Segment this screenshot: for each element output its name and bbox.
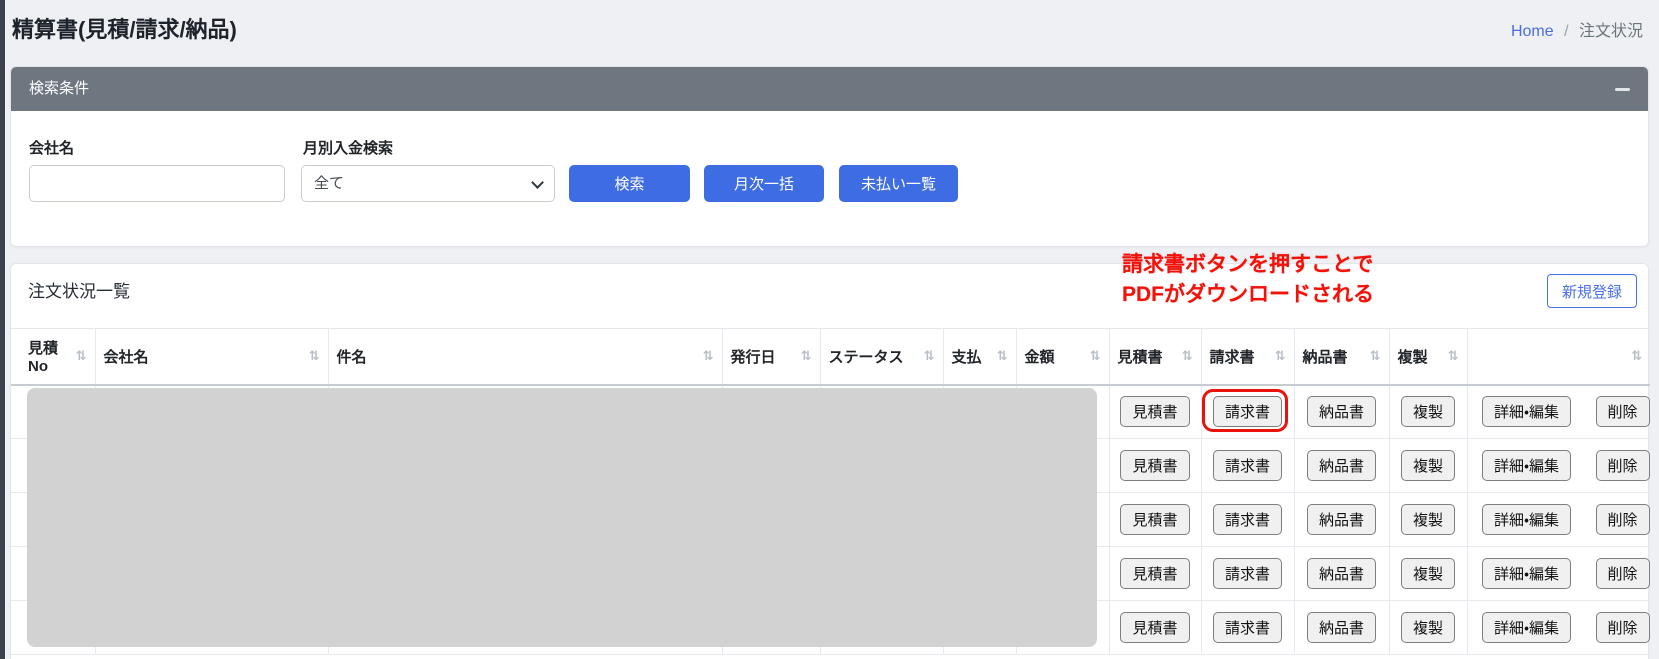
minus-icon <box>1615 88 1630 91</box>
delivery-doc-button[interactable]: 納品書 <box>1306 396 1376 428</box>
estimate-doc-button[interactable]: 見積書 <box>1120 612 1190 643</box>
col-header-estimate-doc[interactable]: 見積書 ⇅ <box>1108 328 1201 386</box>
breadcrumb-home-link[interactable]: Home <box>1511 23 1554 40</box>
estimate-doc-button[interactable]: 見積書 <box>1120 450 1190 481</box>
col-header-actions[interactable]: ⇅ <box>1466 328 1650 386</box>
sort-icon[interactable]: ⇅ <box>1182 348 1193 364</box>
invoice-doc-button[interactable]: 請求書 <box>1212 558 1282 589</box>
detail-edit-button[interactable]: 詳細・編集 <box>1481 450 1572 481</box>
monthly-batch-button[interactable]: 月次一括 <box>704 165 824 202</box>
collapse-button[interactable] <box>1608 81 1632 97</box>
breadcrumb-separator: / <box>1564 23 1569 40</box>
col-header-payment[interactable]: 支払 ⇅ <box>942 328 1016 386</box>
order-list-title: 注文状況一覧 <box>28 282 130 301</box>
page: 精算書(見積/請求/納品) Home / 注文状況 検索条件 会社名 月別入金検… <box>0 0 1659 659</box>
sort-icon[interactable]: ⇅ <box>703 348 714 364</box>
sort-icon[interactable]: ⇅ <box>1448 348 1459 364</box>
invoice-doc-button[interactable]: 請求書 <box>1212 396 1282 428</box>
sidebar-edge <box>0 0 5 659</box>
detail-edit-button[interactable]: 詳細・編集 <box>1481 396 1572 428</box>
annotation-line-1: 請求書ボタンを押すことで <box>1122 253 1374 276</box>
duplicate-button[interactable]: 複製 <box>1400 396 1455 428</box>
company-name-input[interactable] <box>29 165 285 202</box>
detail-edit-button[interactable]: 詳細・編集 <box>1481 504 1572 535</box>
duplicate-button[interactable]: 複製 <box>1400 504 1455 535</box>
search-panel: 検索条件 会社名 月別入金検索 全て 検索 月次一括 未払い一覧 <box>10 66 1649 247</box>
delete-button[interactable]: 削除 <box>1595 396 1650 428</box>
monthly-payment-select-wrap: 全て <box>301 165 555 202</box>
delete-button[interactable]: 削除 <box>1595 558 1650 589</box>
page-title: 精算書(見積/請求/納品) <box>12 17 237 42</box>
delivery-doc-button[interactable]: 納品書 <box>1306 450 1376 481</box>
search-panel-header: 検索条件 <box>11 67 1648 111</box>
invoice-doc-button[interactable]: 請求書 <box>1212 450 1282 481</box>
col-header-estimate-no[interactable]: 見積No ⇅ <box>11 328 95 386</box>
delivery-doc-button[interactable]: 納品書 <box>1306 504 1376 535</box>
breadcrumb-current: 注文状況 <box>1578 23 1643 40</box>
table-header-row: 見積No ⇅ 会社名 ⇅ 件名 ⇅ 発行日 ⇅ ステータス ⇅ 支払 ⇅ 金額 ⇅ 見積書 ⇅ … <box>11 328 1650 386</box>
sort-icon[interactable]: ⇅ <box>997 348 1008 364</box>
col-header-amount[interactable]: 金額 ⇅ <box>1015 328 1109 386</box>
duplicate-button[interactable]: 複製 <box>1400 450 1455 481</box>
estimate-doc-button[interactable]: 見積書 <box>1120 504 1190 535</box>
sort-icon[interactable]: ⇅ <box>1090 348 1101 364</box>
invoice-doc-button[interactable]: 請求書 <box>1212 504 1282 535</box>
sort-icon[interactable]: ⇅ <box>801 348 812 364</box>
sort-icon[interactable]: ⇅ <box>1275 348 1286 364</box>
search-panel-title: 検索条件 <box>29 80 90 97</box>
delete-button[interactable]: 削除 <box>1595 450 1650 481</box>
sort-icon[interactable]: ⇅ <box>76 348 87 364</box>
invoice-doc-button[interactable]: 請求書 <box>1212 612 1282 643</box>
duplicate-button[interactable]: 複製 <box>1400 612 1455 643</box>
col-header-delivery-doc[interactable]: 納品書 ⇅ <box>1293 328 1389 386</box>
col-header-status[interactable]: ステータス ⇅ <box>819 328 943 386</box>
new-register-button[interactable]: 新規登録 <box>1546 274 1637 308</box>
monthly-payment-label: 月別入金検索 <box>303 140 394 157</box>
annotation-line-2: PDFがダウンロードされる <box>1122 283 1374 306</box>
col-header-issue-date[interactable]: 発行日 ⇅ <box>721 328 820 386</box>
breadcrumb: Home / 注文状況 <box>1511 17 1643 41</box>
search-button[interactable]: 検索 <box>569 165 690 202</box>
annotation-note: 請求書ボタンを押すことで PDFがダウンロードされる <box>1122 250 1374 310</box>
sort-icon[interactable]: ⇅ <box>924 348 935 364</box>
detail-edit-button[interactable]: 詳細・編集 <box>1481 558 1572 589</box>
redacted-data-overlay <box>27 388 1097 647</box>
detail-edit-button[interactable]: 詳細・編集 <box>1481 612 1572 643</box>
col-header-invoice-doc[interactable]: 請求書 ⇅ <box>1200 328 1294 386</box>
unpaid-list-button[interactable]: 未払い一覧 <box>839 165 958 202</box>
delete-button[interactable]: 削除 <box>1595 612 1650 643</box>
monthly-payment-select[interactable]: 全て <box>301 165 555 202</box>
col-header-company[interactable]: 会社名 ⇅ <box>94 328 328 386</box>
col-header-subject[interactable]: 件名 ⇅ <box>327 328 722 386</box>
delete-button[interactable]: 削除 <box>1595 504 1650 535</box>
delivery-doc-button[interactable]: 納品書 <box>1306 558 1376 589</box>
duplicate-button[interactable]: 複製 <box>1400 558 1455 589</box>
sort-icon[interactable]: ⇅ <box>309 348 320 364</box>
sort-icon[interactable]: ⇅ <box>1631 348 1642 364</box>
estimate-doc-button[interactable]: 見積書 <box>1120 558 1190 589</box>
company-name-label: 会社名 <box>29 140 75 157</box>
sort-icon[interactable]: ⇅ <box>1370 348 1381 364</box>
col-header-duplicate[interactable]: 複製 ⇅ <box>1388 328 1467 386</box>
estimate-doc-button[interactable]: 見積書 <box>1120 396 1190 428</box>
delivery-doc-button[interactable]: 納品書 <box>1306 612 1376 643</box>
